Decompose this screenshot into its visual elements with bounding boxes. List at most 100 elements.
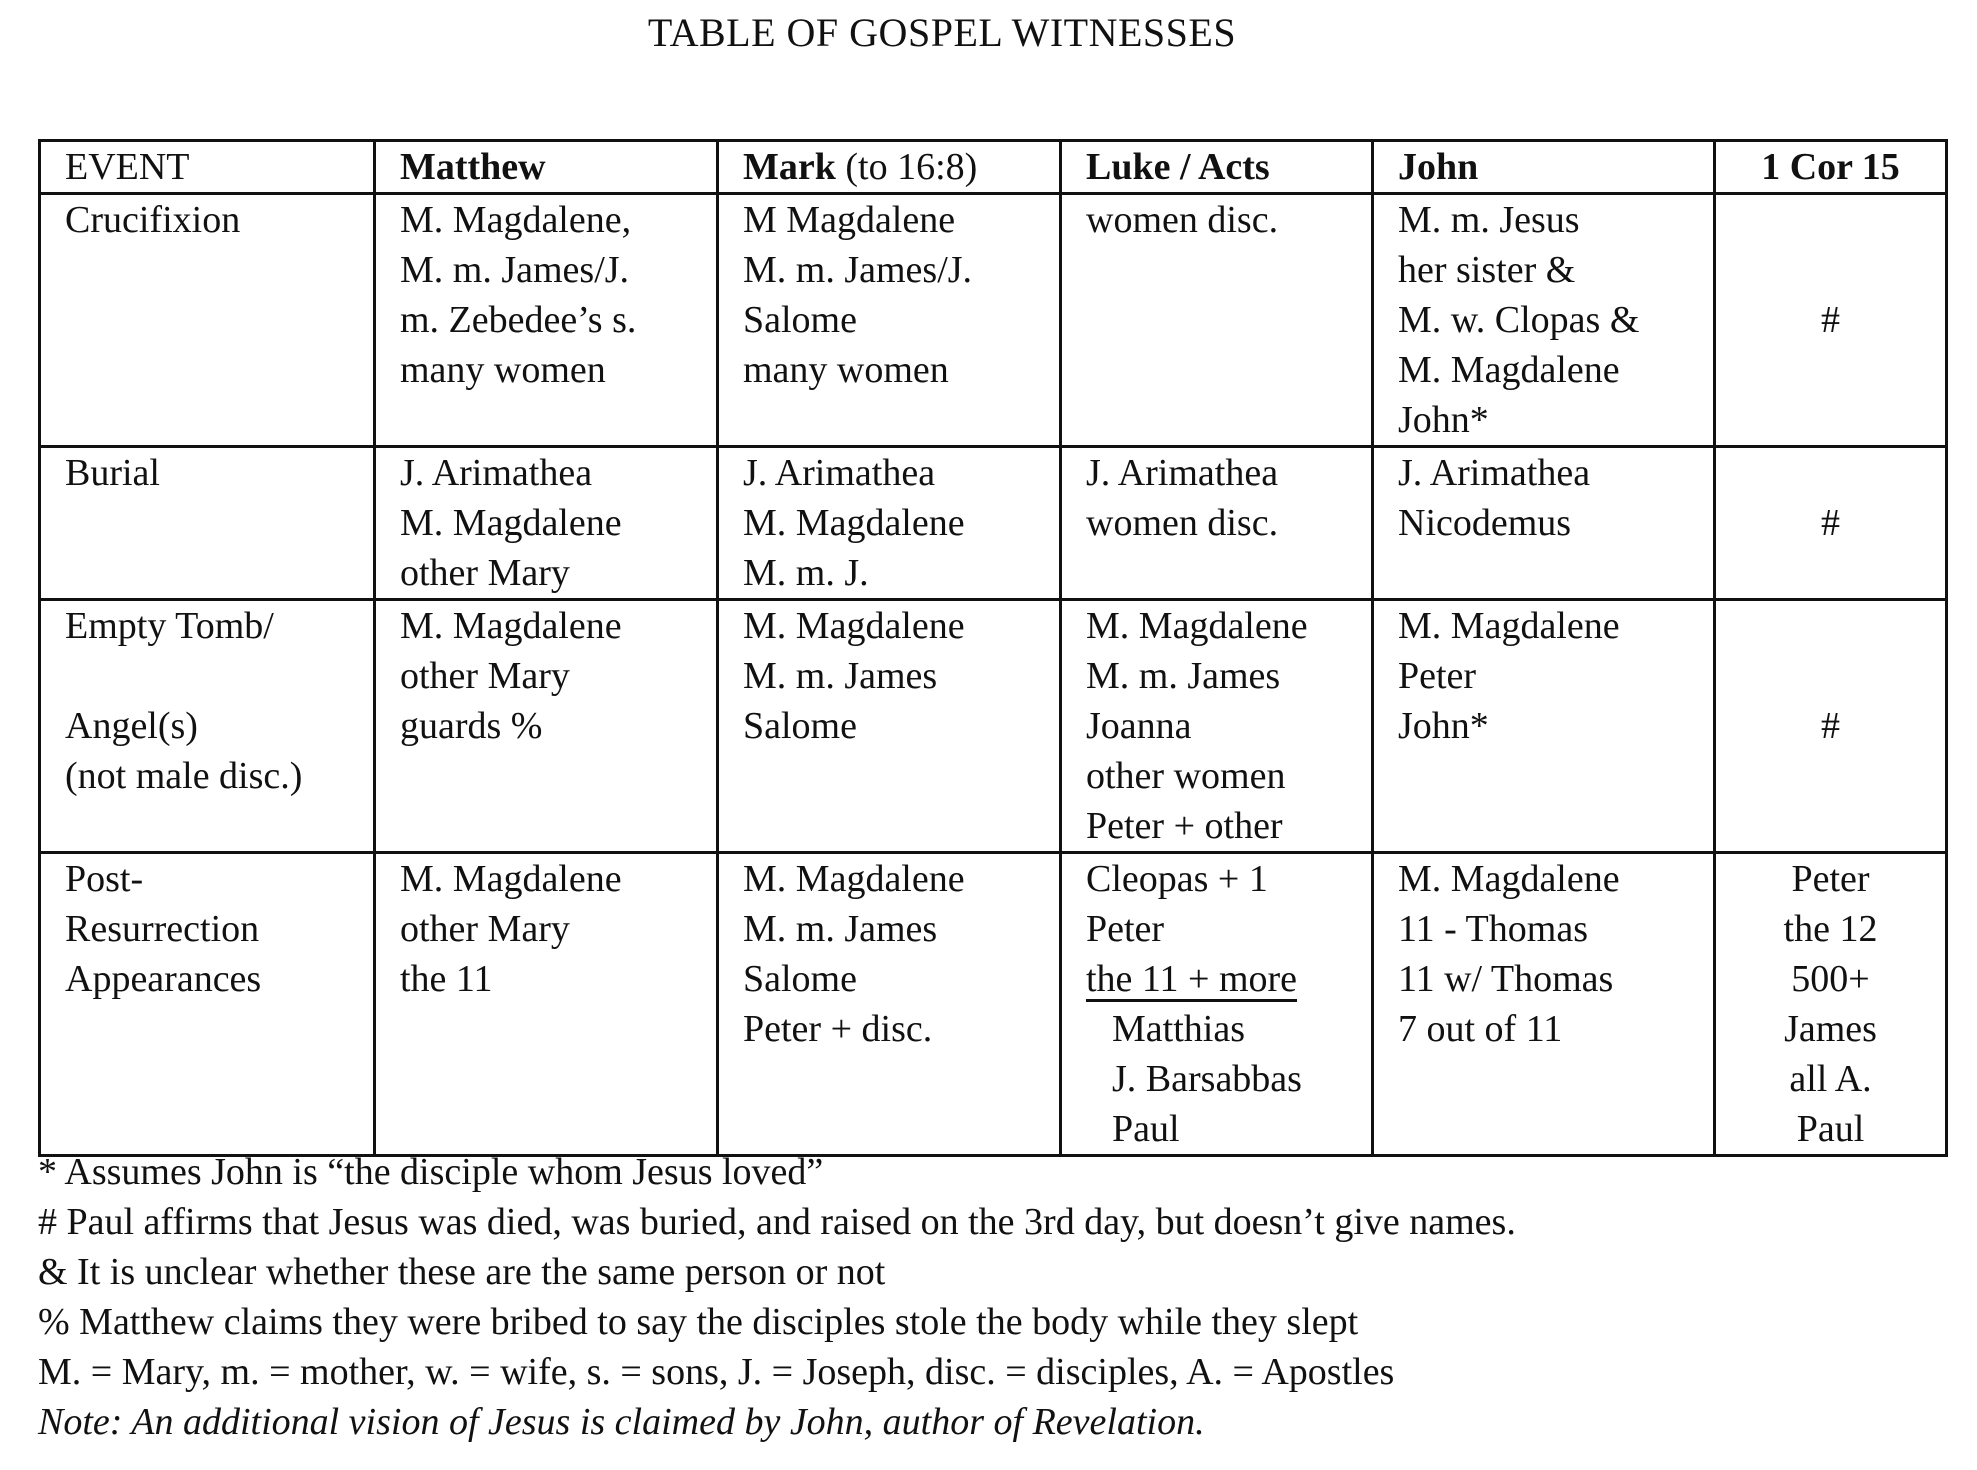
cell-line: M. m. James — [1086, 655, 1281, 697]
cell-line: (not male disc.) — [65, 755, 303, 797]
gospel-witnesses-table: EVENT Matthew Mark (to 16:8) Luke / Acts… — [38, 139, 1948, 1157]
footnote-percent: % Matthew claims they were bribed to say… — [38, 1301, 1359, 1343]
cell-line: M. Magdalene — [1398, 858, 1620, 900]
header-matthew: Matthew — [373, 139, 719, 195]
header-label: EVENT — [65, 146, 190, 188]
cell-line: other women — [1086, 755, 1286, 797]
cell-john: M. m. Jesus her sister & M. w. Clopas & M. … — [1371, 192, 1716, 448]
cell-line: J. Arimathea — [400, 452, 593, 494]
cell-john: M. Magdalene 11 - Thomas 11 w/ Thomas 7 out… — [1371, 851, 1716, 1157]
cell-john: M. Magdalene Peter John* — [1371, 598, 1716, 854]
cell-line: many women — [743, 349, 949, 391]
header-qualifier: (to 16:8) — [835, 146, 978, 188]
footnote-hash: # Paul affirms that Jesus was died, was … — [38, 1201, 1516, 1243]
cell-line: M. m. James/J. — [743, 249, 973, 291]
cell-line: M. Magdalene — [743, 502, 965, 544]
cell-line: her sister & — [1398, 249, 1576, 291]
header-mark: Mark (to 16:8) — [716, 139, 1062, 195]
cell-john: J. Arimathea Nicodemus — [1371, 445, 1716, 601]
cell-line: John* — [1398, 399, 1489, 441]
cell-line: Paul — [1796, 1108, 1865, 1150]
cell-line: J. Arimathea — [1398, 452, 1591, 494]
header-label: Mark — [743, 146, 836, 188]
cell-line: Joanna — [1086, 705, 1192, 747]
cell-line: John* — [1398, 705, 1489, 747]
cell-1-cor-15: # — [1713, 192, 1948, 448]
cell-line: Nicodemus — [1398, 502, 1572, 544]
cell-line — [65, 651, 363, 701]
cell-line: Crucifixion — [65, 199, 241, 241]
cell-line: 500+ — [1791, 958, 1870, 1000]
cell-1-cor-15: Peter the 12 500+ James all A. Paul — [1713, 851, 1948, 1157]
cell-line: 11 w/ Thomas — [1398, 958, 1614, 1000]
cell-line: J. Arimathea — [743, 452, 936, 494]
footnote-asterisk: * Assumes John is “the disciple whom Jes… — [38, 1151, 824, 1193]
cell-event: Crucifixion — [38, 192, 376, 448]
footnote-note: Note: An additional vision of Jesus is c… — [38, 1401, 1205, 1443]
cell-matthew: M. Magdalene, M. m. James/J. m. Zebedee’s … — [373, 192, 719, 448]
header-label: 1 Cor 15 — [1761, 146, 1900, 188]
cell-1-cor-15: # — [1713, 598, 1948, 854]
cell-mark: M. Magdalene M. m. James Salome — [716, 598, 1062, 854]
cell-line: Peter — [1086, 908, 1165, 950]
cell-line: M. Magdalene — [400, 858, 622, 900]
cell-line: # — [1821, 705, 1840, 747]
cell-line: M. Magdalene — [743, 858, 965, 900]
header-luke-acts: Luke / Acts — [1059, 139, 1374, 195]
cell-line: Peter + other — [1086, 805, 1283, 847]
cell-line: Post- — [65, 858, 144, 900]
table-row-burial: Burial J. Arimathea M. Magdalene other Mar… — [38, 445, 1948, 601]
cell-line: M. Magdalene — [1086, 605, 1308, 647]
page-title: TABLE OF GOSPEL WITNESSES — [647, 10, 1237, 55]
cell-line: Peter — [1398, 655, 1477, 697]
cell-line: Cleopas + 1 — [1086, 858, 1268, 900]
cell-line: M. m. James — [743, 655, 938, 697]
cell-matthew: J. Arimathea M. Magdalene other Mary — [373, 445, 719, 601]
cell-luke: J. Arimathea women disc. — [1059, 445, 1374, 601]
cell-line: women disc. — [1086, 199, 1279, 241]
header-john: John — [1371, 139, 1716, 195]
cell-line: Matthias — [1112, 1008, 1245, 1050]
cell-line: m. Zebedee’s s. — [400, 299, 637, 341]
cell-line: M. m. J. — [743, 552, 869, 594]
cell-event: Empty Tomb/Angel(s) (not male disc.) — [38, 598, 376, 854]
table-row-crucifixion: Crucifixion M. Magdalene, M. m. James/J. m… — [38, 192, 1948, 448]
cell-line: M. Magdalene, — [400, 199, 632, 241]
header-event: EVENT — [38, 139, 376, 195]
cell-line: M. Magdalene — [743, 605, 965, 647]
cell-line: M. Magdalene — [1398, 349, 1620, 391]
cell-line: many women — [400, 349, 606, 391]
cell-line: M. m. James — [743, 908, 938, 950]
header-label: Luke / Acts — [1086, 146, 1270, 188]
cell-line: Resurrection — [65, 908, 260, 950]
cell-line: Salome — [743, 299, 857, 341]
cell-event: Burial — [38, 445, 376, 601]
cell-event: Post- Resurrection Appearances — [38, 851, 376, 1157]
header-label: Matthew — [400, 146, 546, 188]
cell-line: the 12 — [1783, 908, 1878, 950]
table-row-post-resurrection: Post- Resurrection Appearances M. Magdalen… — [38, 851, 1948, 1157]
cell-line: other Mary — [400, 552, 570, 594]
cell-line: M. m. James/J. — [400, 249, 630, 291]
cell-line: M. Magdalene — [400, 502, 622, 544]
cell-line: 7 out of 11 — [1398, 1008, 1563, 1050]
cell-line: all A. — [1789, 1058, 1872, 1100]
cell-1-cor-15: # — [1713, 445, 1948, 601]
cell-line: Peter + disc. — [743, 1008, 933, 1050]
cell-line: women disc. — [1086, 502, 1279, 544]
cell-line: M. w. Clopas & — [1398, 299, 1640, 341]
cell-mark: M Magdalene M. m. James/J. Salome many wome… — [716, 192, 1062, 448]
cell-mark: M. Magdalene M. m. James Salome Peter + dis… — [716, 851, 1062, 1157]
cell-line: 11 - Thomas — [1398, 908, 1588, 950]
cell-line: J. Barsabbas — [1112, 1058, 1302, 1100]
cell-line: Peter — [1791, 858, 1870, 900]
cell-line: Burial — [65, 452, 160, 494]
header-1-cor-15: 1 Cor 15 — [1713, 139, 1948, 195]
cell-line: Angel(s) — [65, 705, 198, 747]
cell-matthew: M. Magdalene other Mary guards % — [373, 598, 719, 854]
cell-line: other Mary — [400, 908, 570, 950]
cell-luke: women disc. — [1059, 192, 1374, 448]
cell-line: M Magdalene — [743, 199, 956, 241]
cell-line: other Mary — [400, 655, 570, 697]
cell-line: the 11 + more — [1086, 958, 1298, 1000]
